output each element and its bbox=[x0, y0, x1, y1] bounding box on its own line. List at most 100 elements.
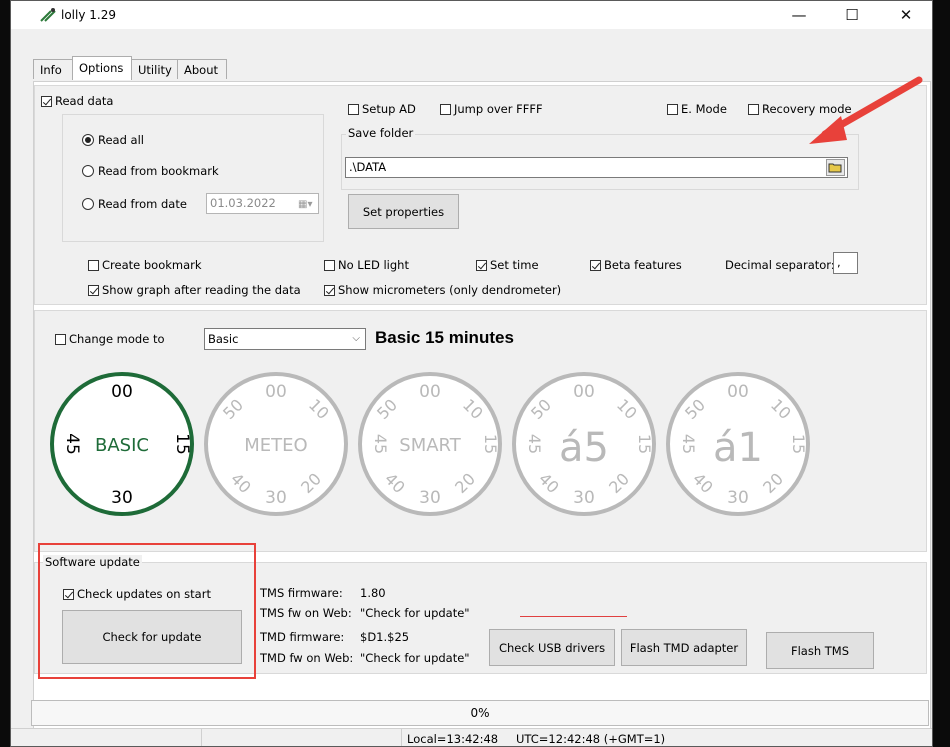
read-data-label: Read data bbox=[55, 94, 114, 108]
maximize-icon: ☐ bbox=[845, 6, 859, 24]
decimal-separator-value: , bbox=[837, 255, 841, 269]
flash-tmd-adapter-button[interactable]: Flash TMD adapter bbox=[621, 629, 747, 666]
beta-features-checkbox[interactable]: Beta features bbox=[590, 258, 682, 272]
dial-basic-name: BASIC bbox=[95, 435, 149, 456]
save-folder-value: .\DATA bbox=[349, 160, 387, 174]
status-divider bbox=[401, 729, 402, 746]
change-mode-checkbox[interactable]: Change mode to bbox=[55, 332, 165, 346]
date-value: 01.03.2022 bbox=[210, 196, 276, 210]
maximize-button[interactable]: ☐ bbox=[829, 1, 875, 29]
status-divider bbox=[201, 729, 202, 746]
progress-bar: 0% bbox=[31, 700, 929, 726]
mode-heading: Basic 15 minutes bbox=[375, 328, 514, 347]
set-properties-button[interactable]: Set properties bbox=[348, 194, 459, 229]
setup-ad-checkbox[interactable]: Setup AD bbox=[348, 102, 416, 116]
setup-ad-label: Setup AD bbox=[362, 102, 416, 116]
checkbox-box bbox=[590, 259, 601, 271]
flash-tms-button[interactable]: Flash TMS bbox=[766, 632, 874, 669]
dial-smart-name: SMART bbox=[399, 435, 461, 456]
tms-firmware-label: TMS firmware: bbox=[260, 586, 343, 600]
dial-a5-top: 00 bbox=[573, 382, 595, 402]
checkbox-box bbox=[324, 259, 335, 271]
chevron-down-icon: ⌵ bbox=[352, 333, 360, 344]
checkbox-box bbox=[667, 103, 678, 115]
decimal-separator-input[interactable]: , bbox=[833, 252, 858, 274]
utc-time: UTC=12:42:48 (+GMT=1) bbox=[516, 732, 666, 746]
minimize-icon: — bbox=[791, 6, 807, 24]
dial-basic-bottom: 30 bbox=[111, 488, 133, 508]
tab-utility[interactable]: Utility bbox=[131, 59, 178, 79]
set-time-checkbox[interactable]: Set time bbox=[476, 258, 539, 272]
dial-meteo-name: METEO bbox=[244, 435, 307, 456]
e-mode-checkbox[interactable]: E. Mode bbox=[667, 102, 727, 116]
read-from-date-radio[interactable]: Read from date bbox=[82, 197, 187, 211]
dial-a1-bottom: 30 bbox=[727, 488, 749, 508]
tab-options[interactable]: Options bbox=[72, 56, 132, 80]
minimize-button[interactable]: — bbox=[776, 1, 822, 29]
read-from-bookmark-radio[interactable]: Read from bookmark bbox=[82, 164, 219, 178]
dial-meteo[interactable]: 00 50 10 40 20 30 METEO bbox=[201, 369, 351, 519]
read-mode-group: Read all Read from bookmark Read from da… bbox=[62, 114, 324, 242]
dial-smart-left: 45 bbox=[371, 434, 390, 454]
annotation-highlight-box bbox=[38, 543, 256, 679]
dial-smart-top: 00 bbox=[419, 382, 441, 402]
show-graph-checkbox[interactable]: Show graph after reading the data bbox=[88, 283, 301, 297]
read-all-label: Read all bbox=[98, 133, 144, 147]
read-all-radio[interactable]: Read all bbox=[82, 133, 144, 147]
dial-a5[interactable]: 00 50 10 45 15 40 20 30 á5 bbox=[509, 369, 659, 519]
progress-text: 0% bbox=[470, 706, 490, 720]
tmd-web-value: "Check for update" bbox=[360, 651, 470, 665]
folder-icon bbox=[828, 163, 842, 173]
annotation-arrow-icon bbox=[809, 76, 923, 144]
local-time: Local=13:42:48 bbox=[407, 732, 499, 746]
dial-a1-name: á1 bbox=[713, 425, 763, 471]
read-data-section: Read data Read all Read from bookmark Re… bbox=[34, 85, 927, 305]
red-underline bbox=[520, 616, 627, 617]
tmd-web-label: TMD fw on Web: bbox=[260, 651, 354, 665]
radio-dot bbox=[82, 134, 94, 146]
dial-smart[interactable]: 00 50 10 45 15 40 20 30 SMART bbox=[355, 369, 505, 519]
set-time-label: Set time bbox=[490, 258, 539, 272]
checkbox-box bbox=[41, 95, 52, 107]
dial-a5-bottom: 30 bbox=[573, 488, 595, 508]
show-micrometers-checkbox[interactable]: Show micrometers (only dendrometer) bbox=[324, 283, 561, 297]
mode-select[interactable]: Basic ⌵ bbox=[204, 328, 366, 350]
tab-info[interactable]: Info bbox=[33, 59, 73, 79]
browse-folder-button[interactable] bbox=[826, 159, 845, 176]
title-bar[interactable]: lolly 1.29 — ☐ ✕ bbox=[11, 1, 932, 29]
dial-a1[interactable]: 00 50 10 45 15 40 20 30 á1 bbox=[663, 369, 813, 519]
show-graph-label: Show graph after reading the data bbox=[102, 283, 301, 297]
jump-over-label: Jump over FFFF bbox=[454, 102, 543, 116]
dial-a5-left: 45 bbox=[525, 434, 544, 454]
tmd-firmware-value: $D1.$25 bbox=[360, 630, 410, 644]
tab-about[interactable]: About bbox=[177, 59, 227, 79]
change-mode-label: Change mode to bbox=[69, 332, 165, 346]
check-usb-drivers-button[interactable]: Check USB drivers bbox=[489, 629, 615, 666]
dial-a5-name: á5 bbox=[559, 425, 609, 471]
save-folder-input[interactable]: .\DATA bbox=[345, 157, 848, 178]
decimal-separator-label: Decimal separator: bbox=[725, 258, 835, 272]
calendar-icon[interactable]: ▦▾ bbox=[298, 196, 314, 210]
checkbox-box bbox=[88, 259, 99, 271]
date-picker[interactable]: 01.03.2022 ▦▾ bbox=[206, 193, 319, 214]
read-data-checkbox[interactable]: Read data bbox=[41, 94, 113, 108]
dial-a5-right: 15 bbox=[635, 434, 654, 454]
dial-meteo-bottom: 30 bbox=[265, 488, 287, 508]
jump-over-ffff-checkbox[interactable]: Jump over FFFF bbox=[440, 102, 543, 116]
no-led-label: No LED light bbox=[338, 258, 409, 272]
dial-basic-left: 45 bbox=[62, 433, 82, 455]
show-micrometers-label: Show micrometers (only dendrometer) bbox=[338, 283, 562, 297]
checkbox-box bbox=[476, 259, 487, 271]
dial-smart-bottom: 30 bbox=[419, 488, 441, 508]
dial-a1-left: 45 bbox=[679, 434, 698, 454]
create-bookmark-checkbox[interactable]: Create bookmark bbox=[88, 258, 202, 272]
lolly-app-icon bbox=[40, 8, 56, 22]
radio-dot bbox=[82, 198, 94, 210]
close-button[interactable]: ✕ bbox=[883, 1, 929, 29]
no-led-light-checkbox[interactable]: No LED light bbox=[324, 258, 409, 272]
dial-basic[interactable]: 00 30 45 15 BASIC bbox=[47, 369, 197, 519]
status-bar: Local=13:42:48 UTC=12:42:48 (+GMT=1) bbox=[11, 728, 932, 746]
read-from-bookmark-label: Read from bookmark bbox=[98, 164, 219, 178]
dial-meteo-top: 00 bbox=[265, 382, 287, 402]
window-title: lolly 1.29 bbox=[61, 8, 116, 22]
